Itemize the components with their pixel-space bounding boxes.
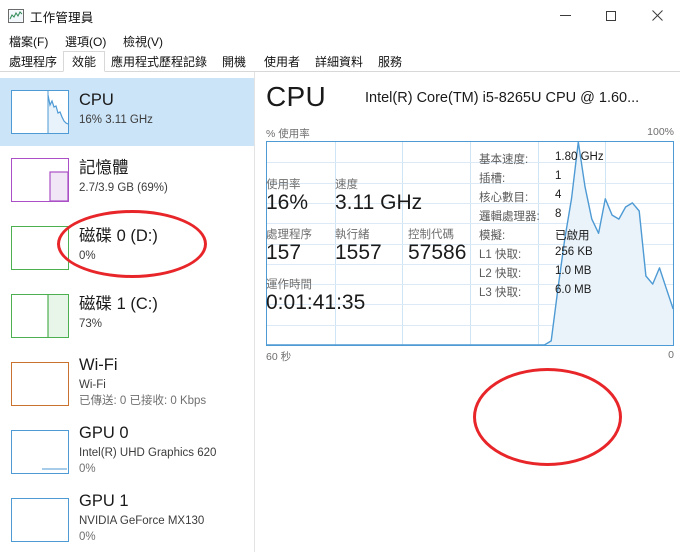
tab-5[interactable]: 詳細資料 <box>309 51 369 72</box>
sidebar-item-title-disk0: 磁碟 0 (D:) <box>79 227 158 245</box>
sidebar-item-title-wifi: Wi-Fi <box>79 356 118 374</box>
detail-value-6: 1.0 MB <box>555 265 592 277</box>
sidebar-item-sub1-cpu: 16% 3.11 GHz <box>79 114 153 126</box>
mini-graph <box>49 171 68 201</box>
sidebar-item-gpu1[interactable]: GPU 1 NVIDIA GeForce MX130 0% <box>0 486 254 552</box>
detail-value-5: 256 KB <box>555 246 593 258</box>
sidebar-item-sub2-gpu0: 0% <box>79 463 96 475</box>
stat-label-1: 速度 <box>335 179 358 191</box>
menu-item-0[interactable]: 檔案(F) <box>6 32 51 51</box>
cpu-detail-panel: CPU Intel(R) Core(TM) i5-8265U CPU @ 1.6… <box>255 72 680 552</box>
mini-graph <box>42 468 67 470</box>
detail-value-4: 已啟用 <box>555 230 590 242</box>
stat-value-4: 57586 <box>408 241 467 264</box>
stat-label-3: 執行緒 <box>335 229 370 241</box>
sidebar-item-sub2-wifi: 已傳送: 0 已接收: 0 Kbps <box>79 395 207 407</box>
close-icon <box>651 10 663 21</box>
sidebar-mini-graph-cpu <box>11 90 69 134</box>
detail-label-5: L1 快取: <box>479 249 522 261</box>
detail-label-2: 核心數目: <box>479 192 529 204</box>
sidebar-item-title-cpu: CPU <box>79 91 114 109</box>
content-area: CPU 16% 3.11 GHz 記憶體 2.7/3.9 GB (69%) 磁碟 0 (… <box>0 72 680 552</box>
resource-sidebar: CPU 16% 3.11 GHz 記憶體 2.7/3.9 GB (69%) 磁碟 0 (… <box>0 72 254 552</box>
detail-value-0: 1.80 GHz <box>555 151 604 163</box>
stat-label-4: 控制代碼 <box>408 229 454 241</box>
detail-label-0: 基本速度: <box>479 154 529 166</box>
y-axis-max: 100% <box>647 126 674 138</box>
detail-label-6: L2 快取: <box>479 268 522 280</box>
sidebar-mini-graph-disk1 <box>11 294 69 338</box>
detail-value-3: 8 <box>555 208 562 220</box>
minimize-button[interactable] <box>542 0 588 31</box>
sidebar-mini-graph-disk0 <box>11 226 69 270</box>
sidebar-item-wifi[interactable]: Wi-Fi Wi-Fi 已傳送: 0 已接收: 0 Kbps <box>0 350 254 418</box>
maximize-icon <box>606 10 616 21</box>
tab-6[interactable]: 服務 <box>369 51 411 72</box>
x-axis-right-label: 0 <box>668 349 674 361</box>
sidebar-item-sub1-disk1: 73% <box>79 318 103 330</box>
sidebar-mini-graph-gpu0 <box>11 430 69 474</box>
close-button[interactable] <box>634 0 680 31</box>
title-bar: 工作管理員 <box>0 0 680 32</box>
sidebar-item-disk0[interactable]: 磁碟 0 (D:) 0% <box>0 214 254 282</box>
detail-label-1: 插槽: <box>479 173 506 185</box>
menu-item-1[interactable]: 選項(O) <box>62 32 109 51</box>
sidebar-item-title-gpu0: GPU 0 <box>79 424 129 442</box>
stat-value-2: 157 <box>266 241 302 264</box>
minimize-icon <box>559 15 571 16</box>
cpu-usage-graph[interactable] <box>266 141 674 346</box>
sidebar-item-title-disk1: 磁碟 1 (C:) <box>79 295 158 313</box>
sidebar-mini-graph-wifi <box>11 362 69 406</box>
tab-3[interactable]: 開機 <box>213 51 255 72</box>
task-manager-window: 工作管理員 檔案(F) 選項(O) 檢視(V) 處理程序 效能 應用程式歷程記錄 開機 使用… <box>0 0 680 552</box>
mini-graph <box>47 91 68 133</box>
sidebar-item-disk1[interactable]: 磁碟 1 (C:) 73% <box>0 282 254 350</box>
panel-title: CPU <box>266 81 327 112</box>
sidebar-item-title-memory: 記憶體 <box>79 159 129 177</box>
stat-label-2: 處理程序 <box>266 229 312 241</box>
cpu-model-name: Intel(R) Core(TM) i5-8265U CPU @ 1.60... <box>365 91 640 106</box>
mini-graph <box>47 295 68 337</box>
stat-label-5: 運作時間 <box>266 279 312 291</box>
tab-4[interactable]: 使用者 <box>255 51 309 72</box>
window-title: 工作管理員 <box>30 11 94 25</box>
sidebar-item-sub1-memory: 2.7/3.9 GB (69%) <box>79 182 168 194</box>
sidebar-mini-graph-gpu1 <box>11 498 69 542</box>
detail-label-7: L3 快取: <box>479 287 522 299</box>
menu-bar: 檔案(F) 選項(O) 檢視(V) <box>0 30 680 50</box>
sidebar-item-sub1-disk0: 0% <box>79 250 96 262</box>
detail-label-3: 邏輯處理器: <box>479 211 540 223</box>
sidebar-item-sub1-gpu1: NVIDIA GeForce MX130 <box>79 515 205 527</box>
tab-strip: 處理程序 效能 應用程式歷程記錄 開機 使用者 詳細資料 服務 <box>0 50 680 72</box>
sidebar-mini-graph-memory <box>11 158 69 202</box>
cpu-usage-plot <box>267 142 673 345</box>
stat-value-5: 0:01:41:35 <box>266 291 366 314</box>
task-manager-icon <box>8 8 24 24</box>
mini-graph <box>12 499 68 541</box>
sidebar-item-memory[interactable]: 記憶體 2.7/3.9 GB (69%) <box>0 146 254 214</box>
sidebar-item-sub1-gpu0: Intel(R) UHD Graphics 620 <box>79 447 217 459</box>
sidebar-item-sub2-gpu1: 0% <box>79 531 96 543</box>
sidebar-item-title-gpu1: GPU 1 <box>79 492 129 510</box>
stat-label-0: 使用率 <box>266 179 301 191</box>
x-axis-left-label: 60 秒 <box>266 351 292 363</box>
detail-value-1: 1 <box>555 170 562 182</box>
stat-value-1: 3.11 GHz <box>335 191 423 214</box>
detail-label-4: 模擬: <box>479 230 506 242</box>
maximize-button[interactable] <box>588 0 634 31</box>
detail-value-7: 6.0 MB <box>555 284 592 296</box>
stat-value-0: 16% <box>266 191 309 214</box>
y-axis-label: % 使用率 <box>266 128 310 140</box>
menu-item-2[interactable]: 檢視(V) <box>120 32 166 51</box>
sidebar-item-sub1-wifi: Wi-Fi <box>79 379 106 391</box>
mini-graph <box>12 363 68 405</box>
tab-1[interactable]: 效能 <box>63 51 105 72</box>
sidebar-item-gpu0[interactable]: GPU 0 Intel(R) UHD Graphics 620 0% <box>0 418 254 486</box>
tab-0[interactable]: 處理程序 <box>3 51 63 72</box>
sidebar-item-cpu[interactable]: CPU 16% 3.11 GHz <box>0 78 254 146</box>
tab-2[interactable]: 應用程式歷程記錄 <box>105 51 213 72</box>
stat-value-3: 1557 <box>335 241 382 264</box>
mini-graph <box>12 227 68 269</box>
detail-value-2: 4 <box>555 189 562 201</box>
